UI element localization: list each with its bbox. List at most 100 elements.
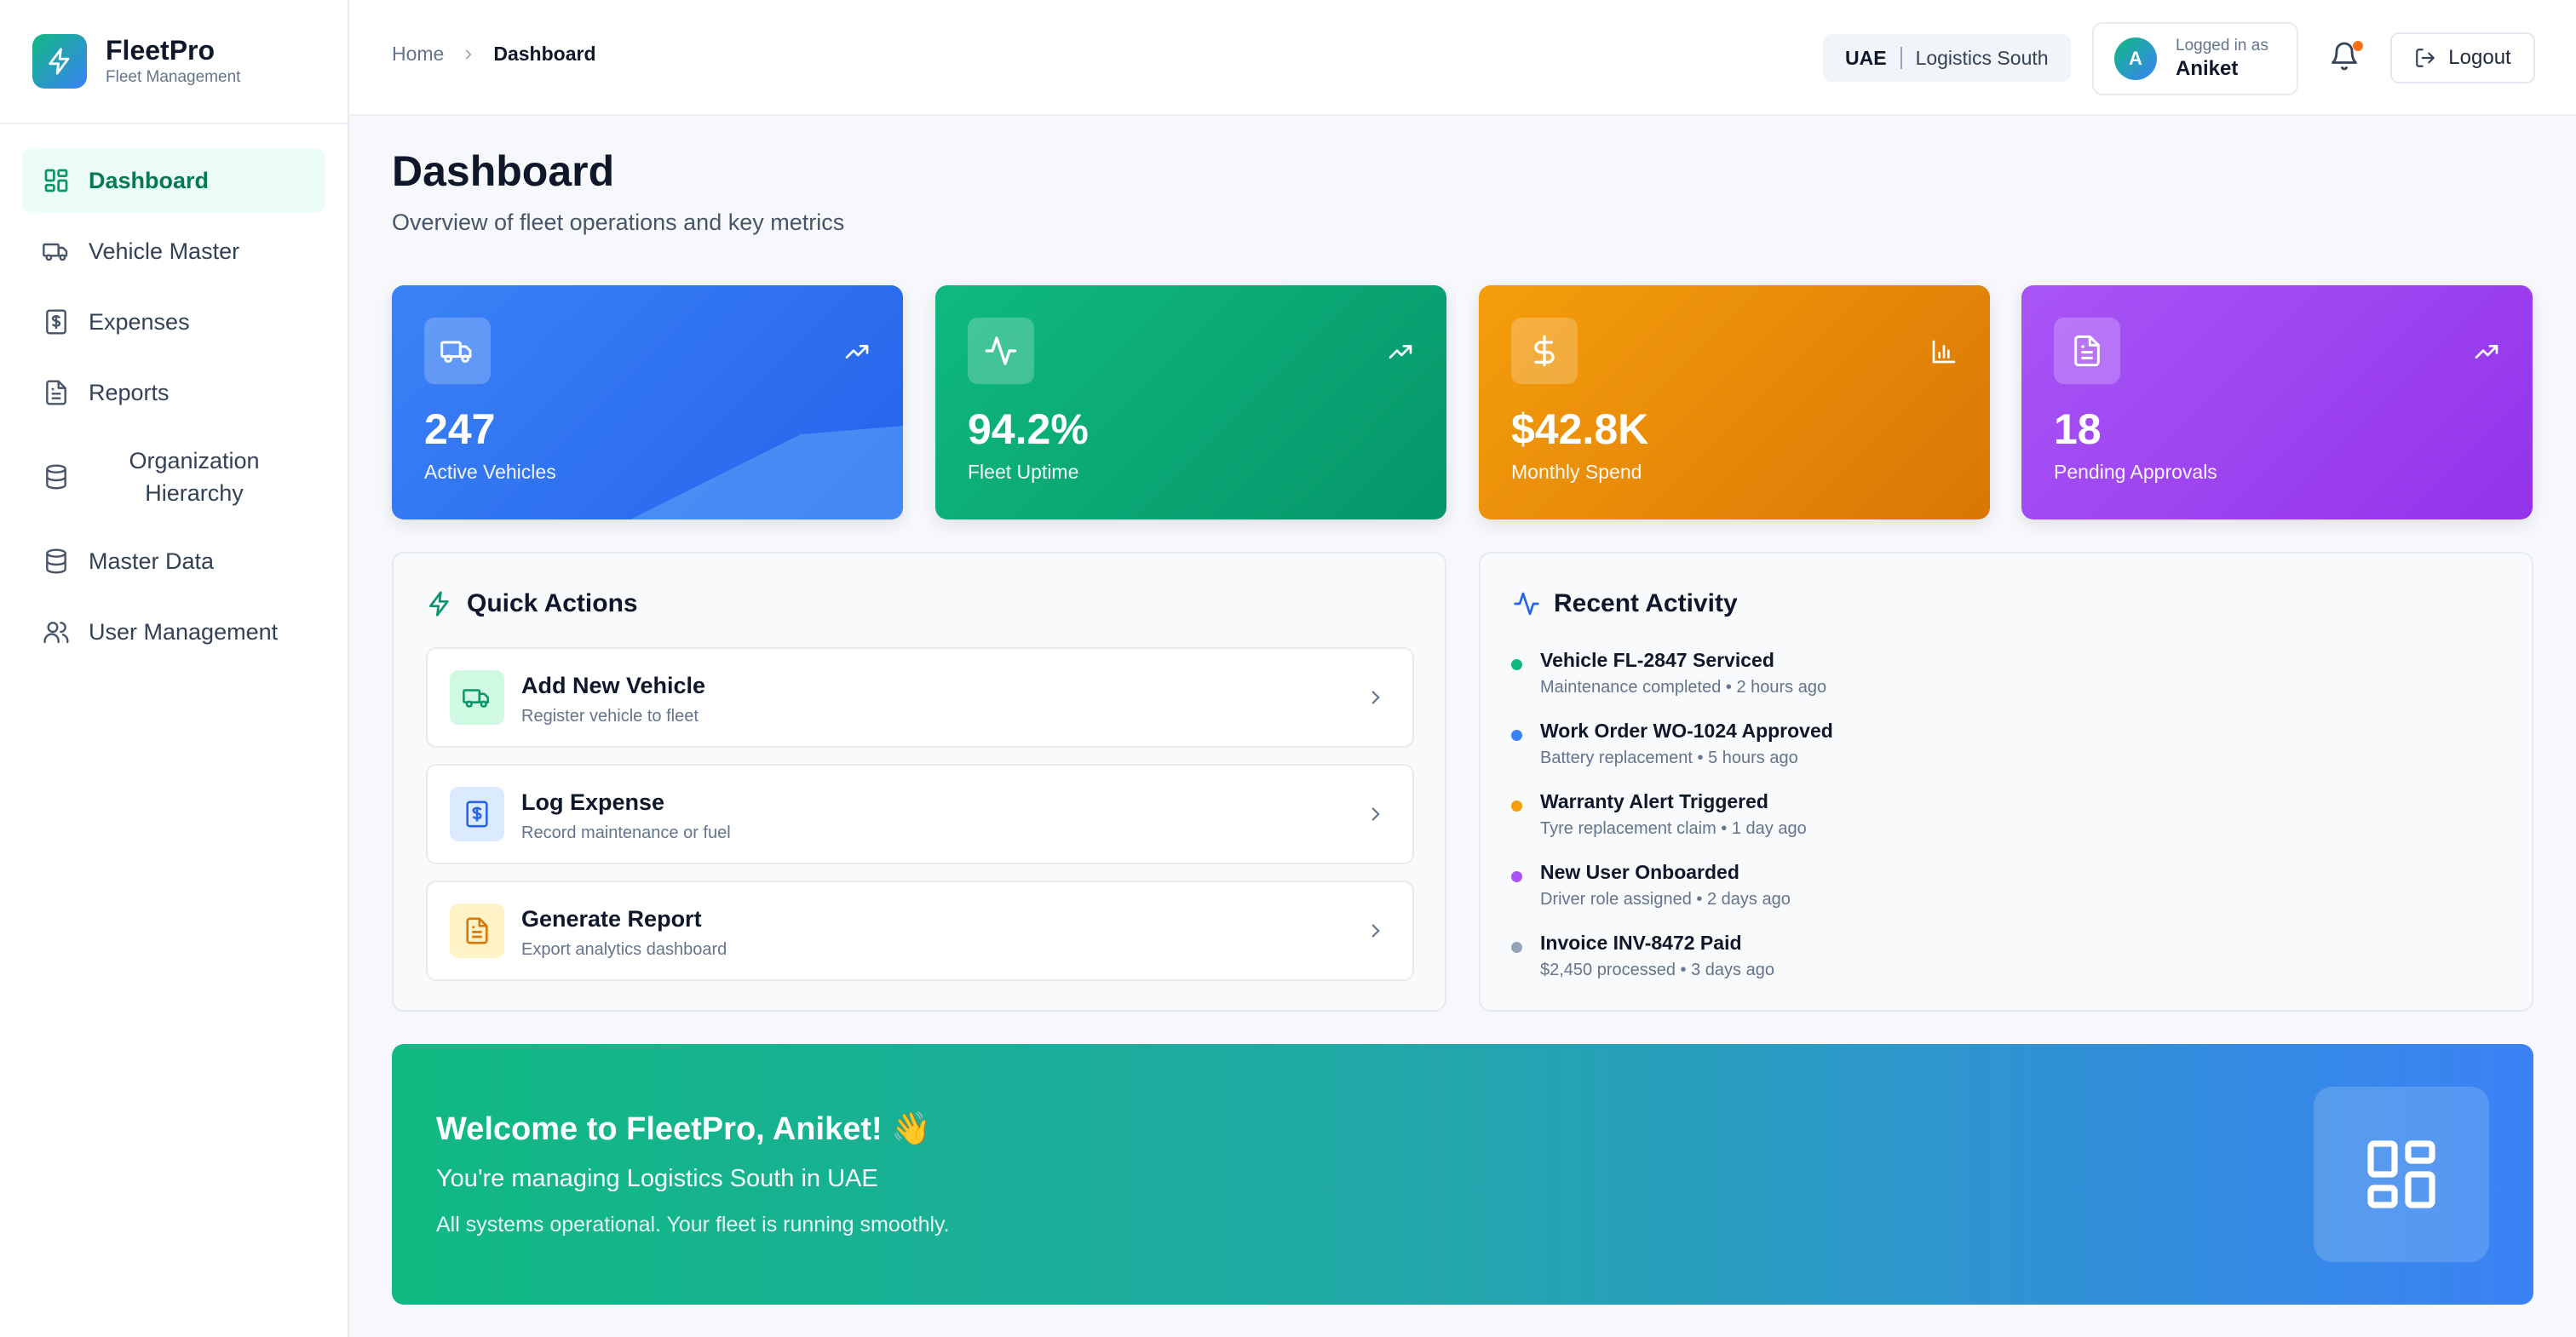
activity-title: Warranty Alert Triggered [1540, 790, 1768, 812]
quick-action-generate-report[interactable]: Generate Report Export analytics dashboa… [426, 881, 1414, 981]
user-name: Aniket [2176, 57, 2239, 80]
region-country: UAE [1845, 46, 1887, 69]
status-dot [1511, 800, 1522, 812]
stat-label: Active Vehicles [424, 461, 556, 483]
activity-subtitle: Maintenance completed • 2 hours ago [1540, 678, 1827, 697]
chevron-right-icon [1365, 686, 1387, 709]
activity-subtitle: Tyre replacement claim • 1 day ago [1540, 819, 1807, 838]
quick-action-add-vehicle[interactable]: Add New Vehicle Register vehicle to flee… [426, 647, 1414, 748]
database-icon [43, 548, 70, 575]
breadcrumb-current: Dashboard [493, 43, 596, 65]
stat-card-monthly-spend[interactable]: $42.8K Monthly Spend [1479, 285, 1990, 519]
sidebar-item-reports[interactable]: Reports [22, 360, 325, 425]
top-header: Home Dashboard UAE Logistics South A Log… [349, 0, 2576, 116]
stat-value: 247 [424, 405, 496, 453]
quick-action-title: Generate Report [521, 906, 702, 932]
region-selector[interactable]: UAE Logistics South [1823, 34, 2071, 82]
quick-action-title: Log Expense [521, 789, 665, 815]
truck-icon [424, 318, 491, 384]
region-name: Logistics South [1915, 46, 2049, 69]
welcome-subtitle: You're managing Logistics South in UAE [436, 1165, 878, 1192]
stat-label: Pending Approvals [2054, 461, 2217, 483]
sidebar-item-master-data[interactable]: Master Data [22, 529, 325, 594]
truck-icon [43, 238, 70, 265]
document-icon [43, 379, 70, 406]
activity-title: New User Onboarded [1540, 861, 1739, 883]
quick-action-subtitle: Register vehicle to fleet [521, 707, 699, 726]
truck-icon [450, 670, 504, 725]
stat-label: Fleet Uptime [968, 461, 1079, 483]
sidebar-item-label: Expenses [89, 308, 190, 335]
stat-card-pending-approvals[interactable]: 18 Pending Approvals [2021, 285, 2533, 519]
sidebar-item-label: Master Data [89, 548, 215, 574]
quick-action-subtitle: Record maintenance or fuel [521, 823, 731, 842]
trending-up-icon [843, 338, 871, 365]
stat-value: $42.8K [1511, 405, 1649, 453]
user-profile[interactable]: A Logged in as Aniket [2092, 22, 2298, 95]
status-dot [1511, 659, 1522, 670]
brand-subtitle: Fleet Management [106, 68, 241, 86]
welcome-banner: Welcome to FleetPro, Aniket! 👋 You're ma… [392, 1044, 2533, 1305]
card-decoration [630, 426, 903, 519]
notifications-button[interactable] [2329, 41, 2363, 75]
region-divider [1900, 47, 1902, 69]
trending-up-icon [2473, 338, 2500, 365]
recent-activity-panel: Recent Activity Vehicle FL-2847 Serviced… [1479, 552, 2533, 1012]
quick-action-log-expense[interactable]: Log Expense Record maintenance or fuel [426, 764, 1414, 864]
quick-actions-title: Quick Actions [467, 589, 638, 617]
activity-icon [968, 318, 1034, 384]
status-dot [1511, 871, 1522, 882]
activity-icon [1513, 590, 1540, 617]
sidebar-item-label: Vehicle Master [89, 238, 240, 264]
quick-actions-panel: Quick Actions Add New Vehicle Register v… [392, 552, 1446, 1012]
trending-up-icon [1387, 338, 1414, 365]
logout-label: Logout [2448, 46, 2511, 69]
sidebar-nav: Dashboard Vehicle Master Expenses Report… [0, 124, 348, 694]
breadcrumb: Home Dashboard [392, 43, 596, 66]
stat-value: 94.2% [968, 405, 1089, 453]
stat-label: Monthly Spend [1511, 461, 1642, 483]
dashboard-grid-icon [43, 167, 70, 194]
logout-icon [2414, 47, 2448, 69]
sidebar-item-organization-hierarchy[interactable]: Organization Hierarchy [22, 431, 325, 523]
sidebar-item-label: Organization Hierarchy [129, 448, 260, 506]
chevron-right-icon [1365, 803, 1387, 825]
sidebar-item-user-management[interactable]: User Management [22, 600, 325, 664]
logout-button[interactable]: Logout [2390, 32, 2535, 83]
activity-title: Work Order WO-1024 Approved [1540, 720, 1833, 742]
users-icon [43, 618, 70, 646]
sidebar-item-label: User Management [89, 618, 279, 645]
brand[interactable]: FleetPro Fleet Management [0, 0, 348, 124]
activity-title: Vehicle FL-2847 Serviced [1540, 649, 1774, 671]
welcome-status: All systems operational. Your fleet is r… [436, 1213, 950, 1237]
stat-card-fleet-uptime[interactable]: 94.2% Fleet Uptime [935, 285, 1446, 519]
bar-chart-icon [1930, 338, 1958, 365]
sidebar-item-dashboard[interactable]: Dashboard [22, 148, 325, 213]
stat-value: 18 [2054, 405, 2102, 453]
lightning-logo-icon [32, 34, 87, 89]
activity-title: Invoice INV-8472 Paid [1540, 932, 1742, 954]
dollar-icon [1511, 318, 1578, 384]
stat-card-active-vehicles[interactable]: 247 Active Vehicles [392, 285, 903, 519]
activity-subtitle: $2,450 processed • 3 days ago [1540, 961, 1774, 979]
page-subtitle: Overview of fleet operations and key met… [392, 209, 845, 235]
notification-dot [2353, 41, 2363, 51]
avatar: A [2114, 37, 2157, 80]
sidebar-item-vehicle-master[interactable]: Vehicle Master [22, 219, 325, 284]
breadcrumb-home-link[interactable]: Home [392, 43, 444, 66]
chevron-right-icon [461, 47, 476, 62]
sidebar-item-label: Dashboard [89, 167, 210, 193]
document-icon [450, 904, 504, 958]
status-dot [1511, 730, 1522, 741]
recent-activity-title: Recent Activity [1554, 589, 1738, 617]
sidebar-item-label: Reports [89, 379, 170, 405]
page-title: Dashboard [392, 147, 615, 195]
quick-action-subtitle: Export analytics dashboard [521, 940, 727, 959]
logged-in-label: Logged in as [2176, 37, 2268, 55]
activity-subtitle: Battery replacement • 5 hours ago [1540, 749, 1798, 767]
brand-name: FleetPro [106, 35, 216, 66]
panel-header: Quick Actions [426, 589, 638, 618]
database-icon [43, 463, 70, 491]
sidebar-item-expenses[interactable]: Expenses [22, 290, 325, 354]
dollar-receipt-icon [43, 308, 70, 336]
